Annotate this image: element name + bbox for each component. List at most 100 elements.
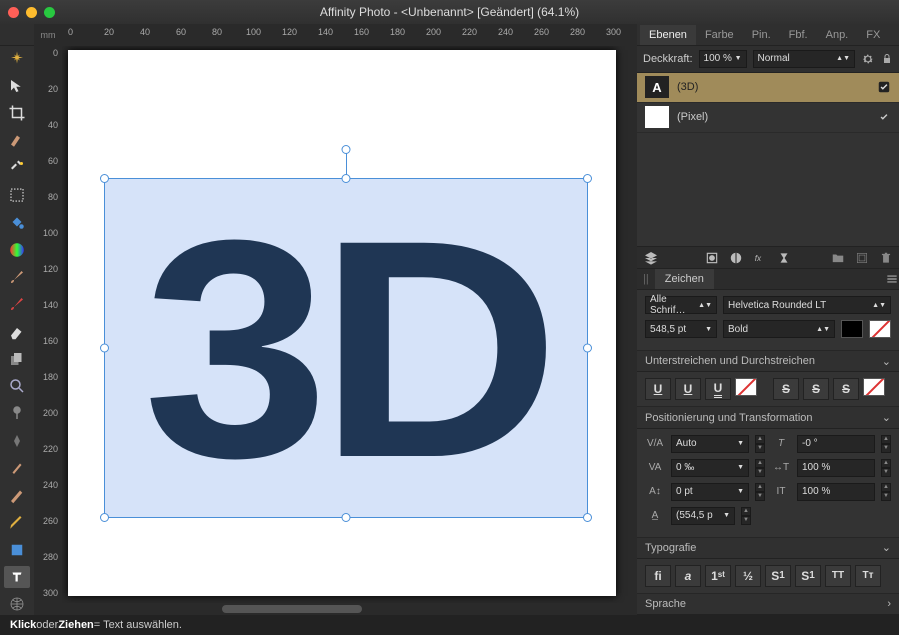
strike2-btn[interactable]: S — [803, 378, 829, 400]
handle-se[interactable] — [583, 513, 592, 522]
tab-farbe[interactable]: Farbe — [696, 25, 743, 45]
move-tool[interactable] — [4, 75, 30, 96]
smudge-tool[interactable] — [4, 457, 30, 478]
hscale-stepper[interactable]: ▲▼ — [881, 459, 891, 477]
handle-s[interactable] — [342, 513, 351, 522]
tab-zeichen[interactable]: Zeichen — [655, 269, 714, 289]
section-underline-header[interactable]: Unterstreichen und Durchstreichen ⌄ — [637, 351, 899, 372]
layer-3d-text[interactable]: A (3D) — [637, 73, 899, 103]
rotate-handle[interactable] — [342, 145, 351, 154]
ligature-std-btn[interactable]: fi — [645, 565, 671, 587]
smallcaps-btn[interactable]: Tᴛ — [855, 565, 881, 587]
text-bg-swatch[interactable] — [869, 320, 891, 338]
text-color-swatch[interactable] — [841, 320, 863, 338]
ruler-vertical[interactable]: 0 20 40 60 80 100 120 140 160 180 200 22… — [34, 46, 62, 603]
pen-tool[interactable] — [4, 512, 30, 533]
font-filter-dropdown[interactable]: Alle Schrif…▲▼ — [645, 296, 717, 314]
gear-icon[interactable] — [861, 52, 875, 66]
text-selection-box[interactable]: 3D — [104, 178, 588, 518]
flood-fill-tool[interactable] — [4, 212, 30, 233]
layer-visible-checkbox[interactable] — [877, 80, 891, 94]
hourglass-icon[interactable] — [777, 251, 791, 265]
font-family-dropdown[interactable]: Helvetica Rounded LT▲▼ — [723, 296, 891, 314]
fx-icon[interactable]: fx — [753, 251, 767, 265]
mask-icon[interactable] — [705, 251, 719, 265]
ruler-unit[interactable]: mm — [34, 24, 62, 46]
underline-btn[interactable]: U — [645, 378, 671, 400]
rectangle-tool[interactable] — [4, 539, 30, 560]
kerning-field[interactable]: Auto▼ — [671, 435, 749, 453]
baseline-stepper[interactable]: ▲▼ — [755, 483, 765, 501]
ligature-disc-btn[interactable]: a — [675, 565, 701, 587]
zoom-window-button[interactable] — [44, 7, 55, 18]
close-window-button[interactable] — [8, 7, 19, 18]
layers-icon[interactable] — [643, 250, 659, 266]
selection-brush-tool[interactable] — [4, 130, 30, 151]
tab-pinsel[interactable]: Pin. — [743, 25, 780, 45]
opacity-field[interactable]: 100 %▼ — [699, 50, 747, 68]
handle-sw[interactable] — [100, 513, 109, 522]
erase-tool[interactable] — [4, 321, 30, 342]
shear-stepper[interactable]: ▲▼ — [881, 435, 891, 453]
font-weight-dropdown[interactable]: Bold▲▼ — [723, 320, 835, 338]
handle-w[interactable] — [100, 344, 109, 353]
minimize-window-button[interactable] — [26, 7, 37, 18]
double-strike-btn[interactable]: S — [833, 378, 859, 400]
vscale-stepper[interactable]: ▲▼ — [881, 483, 891, 501]
layer-pixel[interactable]: (Pixel) — [637, 103, 899, 133]
section-typo-header[interactable]: Typografie ⌄ — [637, 538, 899, 559]
vscale-field[interactable]: 100 % — [797, 483, 875, 501]
mesh-warp-tool[interactable] — [4, 485, 30, 506]
trash-icon[interactable] — [879, 251, 893, 265]
handle-n[interactable] — [342, 174, 351, 183]
inpainting-tool[interactable] — [4, 157, 30, 178]
zoom-tool[interactable] — [4, 375, 30, 396]
paintbrush-tool[interactable] — [4, 266, 30, 287]
handle-ne[interactable] — [583, 174, 592, 183]
leading-field[interactable]: (554,5 p▼ — [671, 507, 735, 525]
artistic-text-tool[interactable] — [4, 566, 30, 587]
hscale-field[interactable]: 100 % — [797, 459, 875, 477]
dodge-tool[interactable] — [4, 403, 30, 424]
leading-stepper[interactable]: ▲▼ — [741, 507, 751, 525]
baseline-field[interactable]: 0 pt▼ — [671, 483, 749, 501]
underline-color[interactable] — [735, 378, 757, 396]
strike-color[interactable] — [863, 378, 885, 396]
underline2-btn[interactable]: U — [675, 378, 701, 400]
panel-menu-icon[interactable] — [885, 272, 899, 286]
marquee-tool[interactable] — [4, 184, 30, 205]
folder-icon[interactable] — [831, 251, 845, 265]
shear-field[interactable]: -0 ° — [797, 435, 875, 453]
canvas-viewport[interactable]: 3D — [62, 46, 637, 603]
document-canvas[interactable]: 3D — [68, 50, 616, 596]
tab-ebenen[interactable]: Ebenen — [640, 25, 696, 45]
font-size-field[interactable]: 548,5 pt▼ — [645, 320, 717, 338]
tab-anpassung[interactable]: Anp. — [817, 25, 858, 45]
strike-btn[interactable]: S — [773, 378, 799, 400]
kerning-stepper[interactable]: ▲▼ — [755, 435, 765, 453]
add-layer-icon[interactable] — [855, 251, 869, 265]
superscript-btn[interactable]: S1 — [765, 565, 791, 587]
handle-e[interactable] — [583, 344, 592, 353]
fraction-btn[interactable]: ½ — [735, 565, 761, 587]
lock-icon[interactable] — [881, 52, 893, 66]
canvas-text-3d[interactable]: 3D — [86, 179, 607, 519]
gradient-tool[interactable] — [4, 239, 30, 260]
tracking-field[interactable]: 0 ‰▼ — [671, 459, 749, 477]
burn-tool[interactable] — [4, 430, 30, 451]
adjustment-icon[interactable] — [729, 251, 743, 265]
blend-mode-dropdown[interactable]: Normal▲▼ — [753, 50, 855, 68]
horizontal-scrollbar[interactable] — [62, 603, 637, 615]
layer-visible-checkbox[interactable] — [877, 110, 891, 124]
subscript-btn[interactable]: S1 — [795, 565, 821, 587]
section-position-header[interactable]: Positionierung und Transformation ⌄ — [637, 407, 899, 428]
clone-tool[interactable] — [4, 348, 30, 369]
double-underline-btn[interactable]: U — [705, 378, 731, 400]
tracking-stepper[interactable]: ▲▼ — [755, 459, 765, 477]
perspective-tool[interactable] — [4, 594, 30, 615]
crop-tool[interactable] — [4, 103, 30, 124]
tab-fbf[interactable]: Fbf. — [780, 25, 817, 45]
allcaps-btn[interactable]: TT — [825, 565, 851, 587]
handle-nw[interactable] — [100, 174, 109, 183]
view-tool[interactable] — [4, 48, 30, 69]
